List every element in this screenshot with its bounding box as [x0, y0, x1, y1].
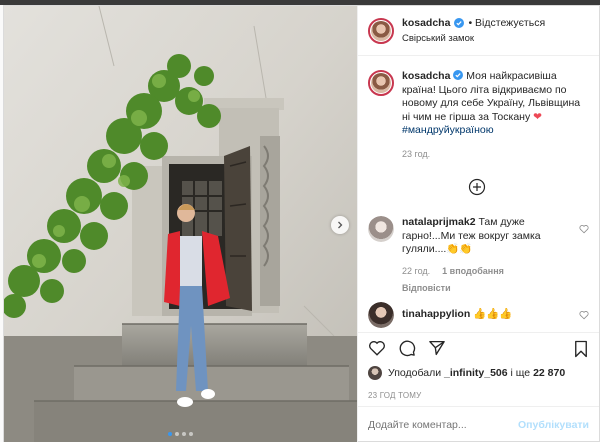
heart-icon[interactable] [579, 310, 589, 320]
carousel-dot [175, 432, 179, 436]
reply-button[interactable]: Відповісти [402, 282, 567, 296]
liker-avatar[interactable] [368, 366, 382, 380]
caption-heart-emoji: ❤ [533, 110, 542, 123]
post-header: kosadcha • Відстежується Свірський замок [358, 6, 600, 56]
likes-count[interactable]: 22 870 [533, 367, 565, 379]
likes-suffix: і ще [507, 367, 534, 379]
carousel-dot [182, 432, 186, 436]
photo-scene [4, 6, 357, 442]
plus-circle-icon[interactable] [468, 178, 486, 196]
author-avatar[interactable] [368, 17, 394, 44]
share-icon[interactable] [428, 339, 446, 357]
instagram-post-modal: kosadcha • Відстежується Свірський замок… [3, 5, 600, 442]
commenter-username[interactable]: natalaprijmak2 [402, 216, 476, 228]
publish-button[interactable]: Опублікувати [518, 419, 589, 431]
likes-user[interactable]: _infinity_506 [444, 367, 508, 379]
comment-input[interactable] [368, 418, 518, 431]
caption-time: 23 год. [402, 148, 431, 159]
likes-prefix: Уподобали [388, 367, 444, 379]
author-username[interactable]: kosadcha [402, 17, 450, 29]
post-photo[interactable] [4, 6, 357, 442]
post-actions-bar [358, 332, 600, 362]
caption-avatar[interactable] [368, 70, 394, 96]
post-timestamp[interactable]: 23 ГОД ТОМУ [358, 384, 599, 406]
heart-icon[interactable] [368, 339, 386, 357]
caption-hashtag[interactable]: #мандруйукраїною [402, 124, 494, 136]
comments-list: kosadcha Моя найкрасивіша країна! Цього … [358, 56, 599, 332]
bookmark-icon[interactable] [573, 340, 589, 358]
heart-icon[interactable] [579, 224, 589, 234]
chevron-right-icon [338, 221, 343, 229]
carousel-indicator [4, 432, 357, 436]
commenter-avatar[interactable] [368, 216, 394, 242]
post-location[interactable]: Свірський замок [402, 33, 545, 44]
caption-username[interactable]: kosadcha [402, 70, 450, 82]
carousel-dot [168, 432, 172, 436]
comment-likes[interactable]: 1 вподобання [442, 265, 504, 279]
comment-time: 22 год. [402, 265, 431, 276]
comment-icon[interactable] [398, 339, 416, 357]
commenter-avatar[interactable] [368, 302, 394, 328]
comment-item: tinahappylion 👍👍👍 [368, 302, 589, 328]
carousel-dot [189, 432, 193, 436]
verified-badge-icon [454, 18, 465, 28]
post-caption: kosadcha Моя найкрасивіша країна! Цього … [368, 70, 589, 161]
verified-badge-icon [453, 70, 464, 80]
comment-item: natalaprijmak2 Там дуже гарно!...Ми теж … [368, 216, 589, 296]
likes-summary: Уподобали _infinity_506 і ще 22 870 [358, 362, 599, 384]
carousel-next-button[interactable] [331, 216, 349, 234]
following-status[interactable]: • Відстежується [468, 17, 545, 29]
post-side-panel: kosadcha • Відстежується Свірський замок… [357, 6, 600, 442]
add-comment-form: Опублікувати [358, 406, 600, 442]
comment-text: 👍👍👍 [473, 308, 513, 320]
commenter-username[interactable]: tinahappylion [402, 308, 470, 320]
